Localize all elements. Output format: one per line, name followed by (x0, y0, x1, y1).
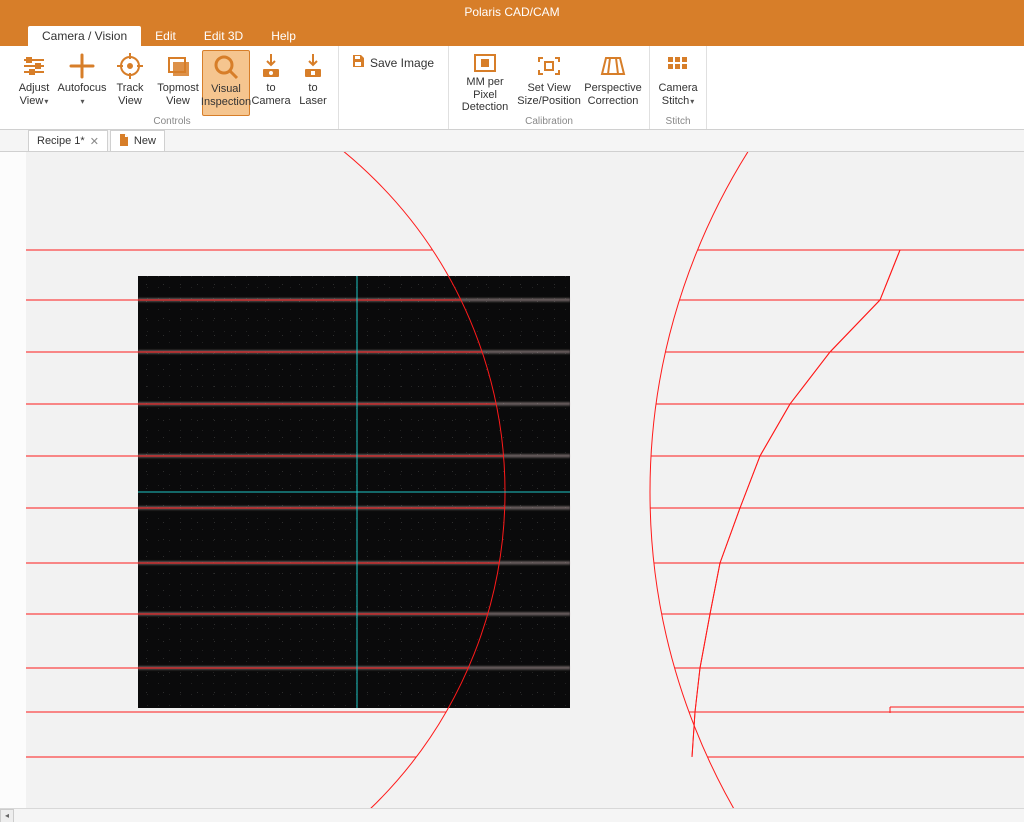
label: Recipe 1* (37, 135, 85, 147)
file-icon (119, 134, 129, 149)
visual-inspection-button[interactable]: Visual Inspection (202, 50, 250, 116)
grid-icon (662, 52, 694, 80)
to-camera-button[interactable]: to Camera (250, 50, 292, 116)
target-icon (114, 52, 146, 80)
label: Topmost View (157, 82, 199, 107)
download-camera-icon (255, 52, 287, 80)
layers-icon (162, 52, 194, 80)
download-laser-icon (297, 52, 329, 80)
menu-tab-edit3d[interactable]: Edit 3D (190, 26, 257, 46)
track-view-button[interactable]: Track View (106, 50, 154, 116)
ribbon: Adjust View ▾ Autofocus▾ Track View Topm… (0, 46, 1024, 130)
ribbon-group-calibration: MM per Pixel Detection Set View Size/Pos… (449, 46, 650, 129)
menu-tab-camera-vision[interactable]: Camera / Vision (28, 26, 141, 46)
label: to Camera (251, 82, 290, 107)
scroll-left-button[interactable]: ◂ (0, 809, 14, 822)
doc-tab-recipe1[interactable]: Recipe 1* ✕ (28, 130, 108, 151)
save-icon (351, 54, 365, 72)
label: New (134, 135, 156, 147)
menu-tab-edit[interactable]: Edit (141, 26, 190, 46)
ribbon-group-controls: Adjust View ▾ Autofocus▾ Track View Topm… (6, 46, 339, 129)
save-image-button[interactable]: Save Image (343, 46, 444, 72)
horizontal-scrollbar[interactable]: ◂ (0, 808, 1024, 822)
perspective-correction-button[interactable]: Perspective Correction (581, 50, 645, 116)
camera-image (138, 276, 570, 708)
label: Save Image (370, 56, 434, 70)
camera-stitch-button[interactable]: Camera Stitch ▾ (654, 50, 702, 116)
menu-tab-strip: Camera / Vision Edit Edit 3D Help (0, 24, 1024, 46)
label: Visual Inspection (201, 83, 251, 108)
title-bar: Polaris CAD/CAM (0, 0, 1024, 24)
document-tab-strip: Recipe 1* ✕ New (0, 130, 1024, 152)
label: Camera Stitch ▾ (658, 82, 697, 107)
adjust-view-button[interactable]: Adjust View ▾ (10, 50, 58, 116)
group-label-calibration: Calibration (525, 117, 573, 129)
vertical-ruler (0, 152, 26, 822)
label: MM per Pixel Detection (455, 76, 515, 114)
autofocus-button[interactable]: Autofocus▾ (58, 50, 106, 116)
ribbon-group-stitch: Camera Stitch ▾ Stitch (650, 46, 707, 129)
frame-square-icon (469, 52, 501, 74)
app-title: Polaris CAD/CAM (464, 5, 559, 19)
doc-tab-new[interactable]: New (110, 130, 165, 151)
set-view-size-button[interactable]: Set View Size/Position (517, 50, 581, 116)
group-label-stitch: Stitch (666, 117, 691, 129)
label: to Laser (299, 82, 327, 107)
label: Track View (116, 82, 143, 107)
close-icon[interactable]: ✕ (90, 135, 99, 148)
label: Adjust View ▾ (19, 82, 50, 107)
label: Autofocus▾ (58, 82, 107, 107)
group-label-controls: Controls (153, 117, 190, 129)
crosshair-plus-icon (66, 52, 98, 80)
mm-per-pixel-button[interactable]: MM per Pixel Detection (453, 50, 517, 116)
design-canvas[interactable]: ◂ (0, 152, 1024, 822)
corners-icon (533, 52, 565, 80)
label: Set View Size/Position (517, 82, 581, 107)
label: Perspective Correction (584, 82, 641, 107)
menu-tab-help[interactable]: Help (257, 26, 310, 46)
perspective-icon (597, 52, 629, 80)
topmost-view-button[interactable]: Topmost View (154, 50, 202, 116)
ruler-marker (0, 380, 26, 396)
to-laser-button[interactable]: to Laser (292, 50, 334, 116)
sliders-icon (18, 52, 50, 80)
magnifier-icon (210, 53, 242, 81)
